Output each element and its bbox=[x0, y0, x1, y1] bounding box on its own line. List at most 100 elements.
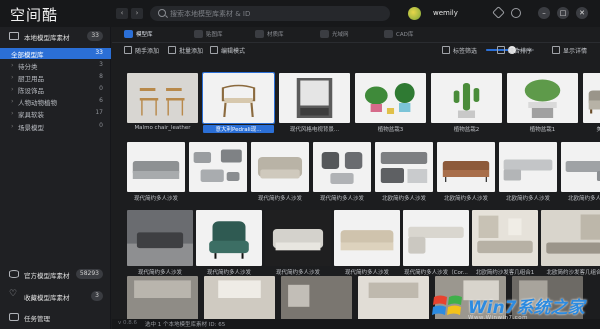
sidebar-header-label: 本地模型库素材 bbox=[24, 34, 70, 42]
model-card-label: 北欧简约沙发客几组合 bbox=[546, 270, 600, 276]
model-card-label: 现代风格电视背景... bbox=[289, 127, 340, 133]
sidebar-item-label: 全部模型库 bbox=[11, 51, 44, 59]
sidebar-item[interactable]: 待分类 3 bbox=[0, 60, 111, 71]
forward-button[interactable]: › bbox=[131, 8, 143, 19]
model-thumbnail bbox=[279, 73, 350, 123]
model-card[interactable]: 现代简约多人沙发 bbox=[127, 210, 193, 276]
tag-icon[interactable] bbox=[492, 6, 505, 19]
minimize-button[interactable]: – bbox=[538, 7, 550, 19]
model-card[interactable]: Malmo chair_leather bbox=[127, 73, 198, 133]
model-card[interactable]: 现代简约多人沙发 bbox=[251, 142, 309, 202]
model-card-label: 美式金丝绒布沙发 bbox=[583, 125, 600, 133]
action-label: 显示详情 bbox=[563, 48, 588, 55]
sidebar-header-local[interactable]: 本地模型库素材 33 bbox=[0, 31, 111, 42]
light-icon bbox=[320, 30, 329, 38]
tab-label: CAD库 bbox=[396, 32, 414, 38]
search-input[interactable]: 搜索本地模型库素材 & ID bbox=[150, 6, 390, 21]
avatar[interactable] bbox=[408, 7, 421, 20]
model-thumbnail bbox=[265, 210, 331, 266]
model-card[interactable]: 北欧简约沙发客几组合 bbox=[541, 210, 600, 276]
version-label: v 0.8.6 bbox=[118, 320, 137, 326]
model-thumbnail bbox=[541, 210, 600, 266]
model-card-label: 现代简约多人沙发 bbox=[206, 270, 251, 276]
sidebar-item-favorites[interactable]: 收藏模型库素材 3 bbox=[0, 289, 111, 302]
sort-icon bbox=[497, 46, 505, 54]
sidebar: 本地模型库素材 33 全部模型库 33 待分类 3 厨卫用品 8 陈设饰品 0 人物动物植物 6 家… bbox=[0, 27, 111, 329]
sidebar-item[interactable]: 家具软装 17 bbox=[0, 108, 111, 119]
sidebar-item[interactable]: 陈设饰品 0 bbox=[0, 84, 111, 95]
model-card[interactable]: 现代简约多人沙发 bbox=[334, 210, 400, 276]
settings-icon[interactable] bbox=[511, 8, 521, 18]
model-thumbnail bbox=[251, 142, 309, 192]
monitor-icon bbox=[9, 32, 19, 40]
model-card[interactable]: 植物盆栽1 bbox=[507, 73, 578, 133]
model-card[interactable]: 现代简约多人沙发 bbox=[127, 142, 185, 202]
sidebar-item[interactable]: 厨卫用品 8 bbox=[0, 72, 111, 83]
model-card[interactable]: 植物盆栽3 bbox=[355, 73, 426, 133]
sidebar-item[interactable]: 人物动物植物 6 bbox=[0, 96, 111, 107]
model-thumbnail bbox=[189, 142, 247, 192]
model-card[interactable]: 植物盆栽2 bbox=[431, 73, 502, 133]
model-card[interactable]: 北欧简约多人沙发 bbox=[375, 142, 433, 202]
task-icon bbox=[9, 313, 19, 321]
back-button[interactable]: ‹ bbox=[116, 8, 128, 19]
model-thumbnail bbox=[499, 142, 557, 192]
image-icon bbox=[194, 30, 203, 38]
model-card[interactable]: 北欧简约多人沙发 bbox=[437, 142, 495, 202]
model-thumbnail bbox=[431, 73, 502, 123]
model-card-label: Malmo chair_leather bbox=[134, 125, 191, 131]
app-logo: 空间酷 bbox=[10, 6, 59, 24]
sidebar-item-tasks[interactable]: 任务管理 bbox=[0, 312, 111, 323]
model-card-label: 现代简约多人沙发 bbox=[137, 270, 182, 276]
tab-label: 贴图库 bbox=[206, 32, 223, 38]
sidebar-item-label: 陈设饰品 bbox=[11, 85, 44, 95]
model-thumbnail bbox=[204, 276, 275, 320]
model-card-label: 北欧简约多人沙发 bbox=[567, 196, 600, 202]
model-card-label: 植物盆栽1 bbox=[529, 127, 556, 133]
sidebar-item-official[interactable]: 官方模型库素材 58293 bbox=[0, 269, 111, 280]
model-thumbnail bbox=[583, 73, 600, 123]
model-card[interactable]: 北欧简约多人沙发 bbox=[561, 142, 600, 202]
model-card[interactable]: 现代简约多人沙发 bbox=[196, 210, 262, 276]
action-label: 随手添加 bbox=[135, 48, 160, 55]
model-card[interactable]: 意大利Pedrali现... bbox=[202, 72, 275, 133]
add-icon bbox=[124, 46, 132, 54]
model-card[interactable]: 现代风格电视背景... bbox=[279, 73, 350, 133]
model-card[interactable] bbox=[127, 276, 198, 320]
model-thumbnail bbox=[375, 142, 433, 192]
username[interactable]: wemily bbox=[433, 9, 458, 17]
watermark-url: Www.Winwin7.com bbox=[468, 315, 529, 321]
sidebar-item-count: 0 bbox=[99, 122, 103, 129]
action-bar: 随手添加 批量添加 编辑模式 标签筛选 综合排序 显示详情 bbox=[112, 43, 600, 57]
material-icon bbox=[255, 30, 264, 38]
model-card[interactable] bbox=[281, 276, 352, 320]
sidebar-item[interactable]: 全部模型库 33 bbox=[0, 48, 111, 59]
model-thumbnail bbox=[561, 142, 600, 192]
search-placeholder: 搜索本地模型库素材 & ID bbox=[170, 10, 251, 18]
close-button[interactable]: ✕ bbox=[576, 7, 588, 19]
model-card[interactable]: 现代简约多人沙发 bbox=[265, 210, 331, 276]
action-label: 标签筛选 bbox=[453, 48, 478, 55]
tab-label: 模型库 bbox=[136, 32, 153, 38]
model-card[interactable]: 现代简约多人沙发（Cor... bbox=[403, 210, 469, 276]
maximize-button[interactable]: □ bbox=[557, 7, 569, 19]
sidebar-item-count: 0 bbox=[99, 85, 103, 92]
model-thumbnail bbox=[196, 210, 262, 266]
sidebar-item[interactable]: 场景模型 0 bbox=[0, 121, 111, 132]
model-card-label: 北欧简约多人沙发 bbox=[381, 196, 426, 202]
model-card[interactable] bbox=[358, 276, 429, 320]
model-card[interactable]: 北欧简约沙发客几组合1 bbox=[472, 210, 538, 276]
model-card[interactable]: 美式金丝绒布沙发 bbox=[583, 73, 600, 133]
model-card[interactable] bbox=[204, 276, 275, 320]
model-card-label: 意大利Pedrali现... bbox=[203, 125, 274, 133]
sidebar-item-count: 3 bbox=[91, 291, 103, 301]
model-card[interactable]: 北欧简约多人沙发 bbox=[499, 142, 557, 202]
model-card-label: 北欧简约多人沙发 bbox=[505, 196, 550, 202]
model-card[interactable] bbox=[189, 142, 247, 202]
details-icon bbox=[552, 46, 560, 54]
sidebar-item-count: 33 bbox=[95, 49, 103, 56]
model-grid: Malmo chair_leather 意大利Pedrali现... 现代风格电视背… bbox=[112, 58, 600, 320]
sidebar-item-count: 58293 bbox=[75, 269, 103, 279]
search-icon bbox=[158, 9, 166, 17]
model-card[interactable]: 现代简约多人沙发 bbox=[313, 142, 371, 202]
